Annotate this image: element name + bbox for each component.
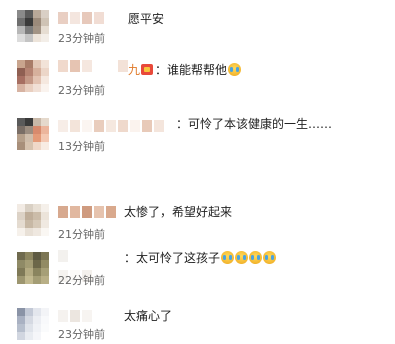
comment-item[interactable]: 愿平安 23分钟前 bbox=[0, 6, 395, 46]
loudly-crying-face-icon bbox=[249, 251, 263, 264]
loudly-crying-face-icon bbox=[235, 251, 249, 264]
avatar[interactable] bbox=[17, 10, 49, 42]
comment-item[interactable]: ：太可怜了这孩子 22分钟前 bbox=[0, 244, 395, 292]
comment-text: 谁能帮帮他 bbox=[167, 63, 228, 77]
comment-text: 太惨了，希望好起来 bbox=[124, 205, 233, 219]
username-blurred[interactable] bbox=[58, 206, 116, 218]
avatar[interactable] bbox=[17, 204, 49, 236]
comment-item[interactable]: 九 ：谁能帮帮他 23分钟前 bbox=[0, 54, 395, 98]
comment-text: 愿平安 bbox=[128, 12, 165, 26]
comment-item[interactable]: 太痛心了 23分钟前 bbox=[0, 302, 395, 342]
comment-text: 太可怜了这孩子 bbox=[136, 251, 221, 265]
loudly-crying-face-icon bbox=[221, 251, 235, 264]
avatar[interactable] bbox=[17, 118, 49, 150]
comment-text: 太痛心了 bbox=[124, 309, 173, 323]
avatar[interactable] bbox=[17, 60, 49, 92]
comment-time: 23分钟前 bbox=[58, 328, 105, 341]
comment-panel-bottom: 太惨了，希望好起来 21分钟前 ：太可怜了这孩子 22分钟前 太痛心了 23分钟… bbox=[0, 190, 395, 344]
username-blurred[interactable] bbox=[58, 310, 92, 322]
comment-item[interactable]: ：可怜了本该健康的一生…… 13分钟前 bbox=[0, 110, 395, 154]
avatar[interactable] bbox=[17, 252, 49, 284]
colon: ： bbox=[176, 117, 189, 131]
colon: ： bbox=[124, 251, 137, 265]
username-blurred[interactable] bbox=[58, 250, 116, 262]
loudly-crying-face-icon bbox=[263, 251, 277, 264]
comment-line: ：太可怜了这孩子 bbox=[124, 250, 277, 266]
loudly-crying-face-icon bbox=[228, 63, 242, 76]
username-suffix[interactable]: 九 bbox=[128, 63, 140, 77]
comment-item[interactable]: 太惨了，希望好起来 21分钟前 bbox=[0, 198, 395, 241]
avatar[interactable] bbox=[17, 308, 49, 340]
comment-time: 22分钟前 bbox=[58, 274, 105, 287]
username-blurred[interactable] bbox=[58, 60, 128, 72]
colon: ： bbox=[155, 63, 168, 77]
comment-time: 13分钟前 bbox=[58, 140, 105, 153]
comment-text: 可怜了本该健康的一生…… bbox=[188, 117, 333, 131]
username-blurred[interactable] bbox=[58, 12, 104, 24]
username-blurred[interactable] bbox=[58, 120, 164, 132]
section-divider bbox=[0, 158, 395, 190]
comment-panel-top: 愿平安 23分钟前 九：谁能帮帮他 23分钟前 ：可怜了本该健康的一生…… 13… bbox=[0, 0, 395, 158]
crown-badge-icon bbox=[141, 64, 154, 75]
comment-line: ：可怜了本该健康的一生…… bbox=[176, 116, 332, 132]
comment-line: 九 ：谁能帮帮他 bbox=[128, 62, 242, 78]
comment-time: 21分钟前 bbox=[58, 228, 105, 241]
comment-time: 23分钟前 bbox=[58, 32, 105, 45]
comment-time: 23分钟前 bbox=[58, 84, 105, 97]
